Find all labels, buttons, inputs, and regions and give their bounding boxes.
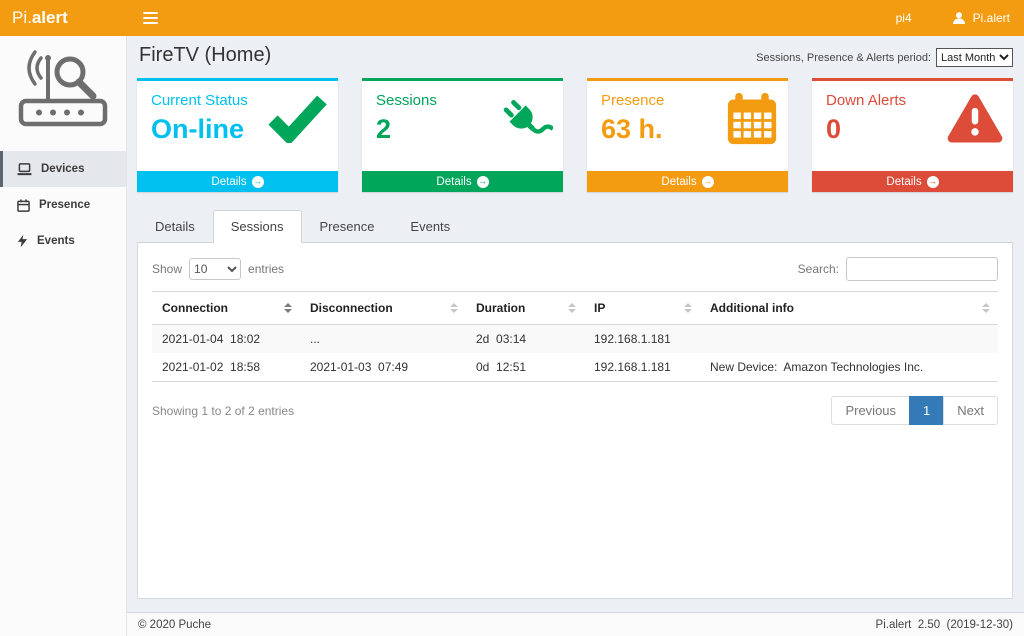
- cell-connection: 2021-01-02 18:58: [152, 353, 300, 382]
- arrow-right-icon: →: [252, 176, 264, 188]
- user-name-label: Pi.alert: [973, 11, 1010, 25]
- cell-ip: 192.168.1.181: [584, 353, 700, 382]
- sort-icon: [684, 303, 692, 313]
- sidebar-item-events[interactable]: Events: [0, 223, 126, 259]
- pialert-logo: [15, 50, 111, 133]
- brand-bold: alert: [32, 8, 68, 28]
- card-presence: Presence 63 h.: [587, 78, 788, 192]
- card-current-status: Current Status On-line Details→: [137, 78, 338, 192]
- cell-duration: 2d 03:14: [466, 325, 584, 354]
- arrow-right-icon: →: [927, 176, 939, 188]
- search-label: Search:: [798, 262, 839, 276]
- card-details-link[interactable]: Details→: [812, 171, 1013, 192]
- card-details-link[interactable]: Details→: [362, 171, 563, 192]
- plug-icon: [497, 93, 553, 154]
- brand-prefix: Pi.: [12, 8, 32, 28]
- show-label: Show: [152, 262, 182, 276]
- page-length-select[interactable]: 10: [189, 258, 241, 280]
- col-duration[interactable]: Duration: [466, 292, 584, 325]
- calendar-icon: [726, 93, 778, 151]
- col-disconnection[interactable]: Disconnection: [300, 292, 466, 325]
- detail-tabs: Details Sessions Presence Events: [137, 210, 1013, 243]
- card-sessions: Sessions 2: [362, 78, 563, 192]
- sessions-panel: Show 10 entries Search:: [137, 243, 1013, 599]
- pagination-next-button[interactable]: Next: [943, 396, 998, 425]
- router-magnifier-icon: [15, 50, 111, 128]
- cell-additional-info: [700, 325, 998, 354]
- pagination-previous-button[interactable]: Previous: [831, 396, 910, 425]
- card-details-link[interactable]: Details→: [137, 171, 338, 192]
- sidebar-item-label: Events: [37, 235, 75, 247]
- sort-icon: [284, 303, 292, 313]
- devices-icon: [17, 163, 32, 176]
- tab-details[interactable]: Details: [137, 210, 213, 243]
- col-connection[interactable]: Connection: [152, 292, 300, 325]
- hamburger-icon[interactable]: [127, 0, 173, 36]
- cell-disconnection: ...: [300, 325, 466, 354]
- tab-events[interactable]: Events: [392, 210, 468, 243]
- table-row: 2021-01-04 18:02 ... 2d 03:14 192.168.1.…: [152, 325, 998, 354]
- cell-ip: 192.168.1.181: [584, 325, 700, 354]
- top-navbar: Pi.alert pi4 Pi.alert: [0, 0, 1024, 36]
- sort-icon: [568, 303, 576, 313]
- copyright-label: © 2020 Puche: [138, 619, 211, 631]
- card-details-link[interactable]: Details→: [587, 171, 788, 192]
- user-icon: [952, 11, 966, 25]
- calendar-icon: [17, 199, 30, 212]
- table-row: 2021-01-02 18:58 2021-01-03 07:49 0d 12:…: [152, 353, 998, 382]
- sidebar-item-devices[interactable]: Devices: [0, 151, 126, 187]
- sidebar-item-presence[interactable]: Presence: [0, 187, 126, 223]
- cell-additional-info: New Device: Amazon Technologies Inc.: [700, 353, 998, 382]
- period-label: Sessions, Presence & Alerts period:: [756, 52, 931, 64]
- sidebar-item-label: Devices: [41, 163, 84, 175]
- brand-logo[interactable]: Pi.alert: [0, 0, 127, 36]
- sort-icon: [982, 303, 990, 313]
- arrow-right-icon: →: [702, 176, 714, 188]
- bolt-icon: [17, 234, 28, 248]
- col-additional-info[interactable]: Additional info: [700, 292, 998, 325]
- main-content: FireTV (Home) Sessions, Presence & Alert…: [127, 36, 1024, 612]
- arrow-right-icon: →: [477, 176, 489, 188]
- sidebar-nav: Devices Presence Events: [0, 151, 126, 259]
- card-down-alerts: Down Alerts 0 Details→: [812, 78, 1013, 192]
- col-ip[interactable]: IP: [584, 292, 700, 325]
- cell-disconnection: 2021-01-03 07:49: [300, 353, 466, 382]
- pagination-page-1-button[interactable]: 1: [909, 396, 944, 425]
- table-info: Showing 1 to 2 of 2 entries: [152, 404, 294, 418]
- summary-cards: Current Status On-line Details→: [137, 78, 1013, 192]
- cell-duration: 0d 12:51: [466, 353, 584, 382]
- search-input[interactable]: [846, 257, 998, 281]
- tab-presence[interactable]: Presence: [302, 210, 393, 243]
- sort-icon: [450, 303, 458, 313]
- warning-icon: [947, 93, 1003, 148]
- page-title: FireTV (Home): [137, 44, 271, 67]
- cell-connection: 2021-01-04 18:02: [152, 325, 300, 354]
- entries-label: entries: [248, 262, 284, 276]
- pagination: Previous 1 Next: [832, 396, 998, 425]
- app-footer: © 2020 Puche Pi.alert 2.50 (2019-12-30): [127, 612, 1024, 636]
- sidebar: Devices Presence Events: [0, 36, 127, 636]
- period-select[interactable]: Last Month: [936, 48, 1013, 67]
- check-icon: [266, 93, 328, 148]
- user-menu[interactable]: Pi.alert: [938, 0, 1024, 36]
- sessions-table: Connection Disconnection Duration: [152, 291, 998, 382]
- version-label: Pi.alert 2.50 (2019-12-30): [876, 619, 1013, 631]
- hostname-label: pi4: [896, 0, 912, 36]
- tab-sessions[interactable]: Sessions: [213, 210, 302, 243]
- sidebar-item-label: Presence: [39, 199, 90, 211]
